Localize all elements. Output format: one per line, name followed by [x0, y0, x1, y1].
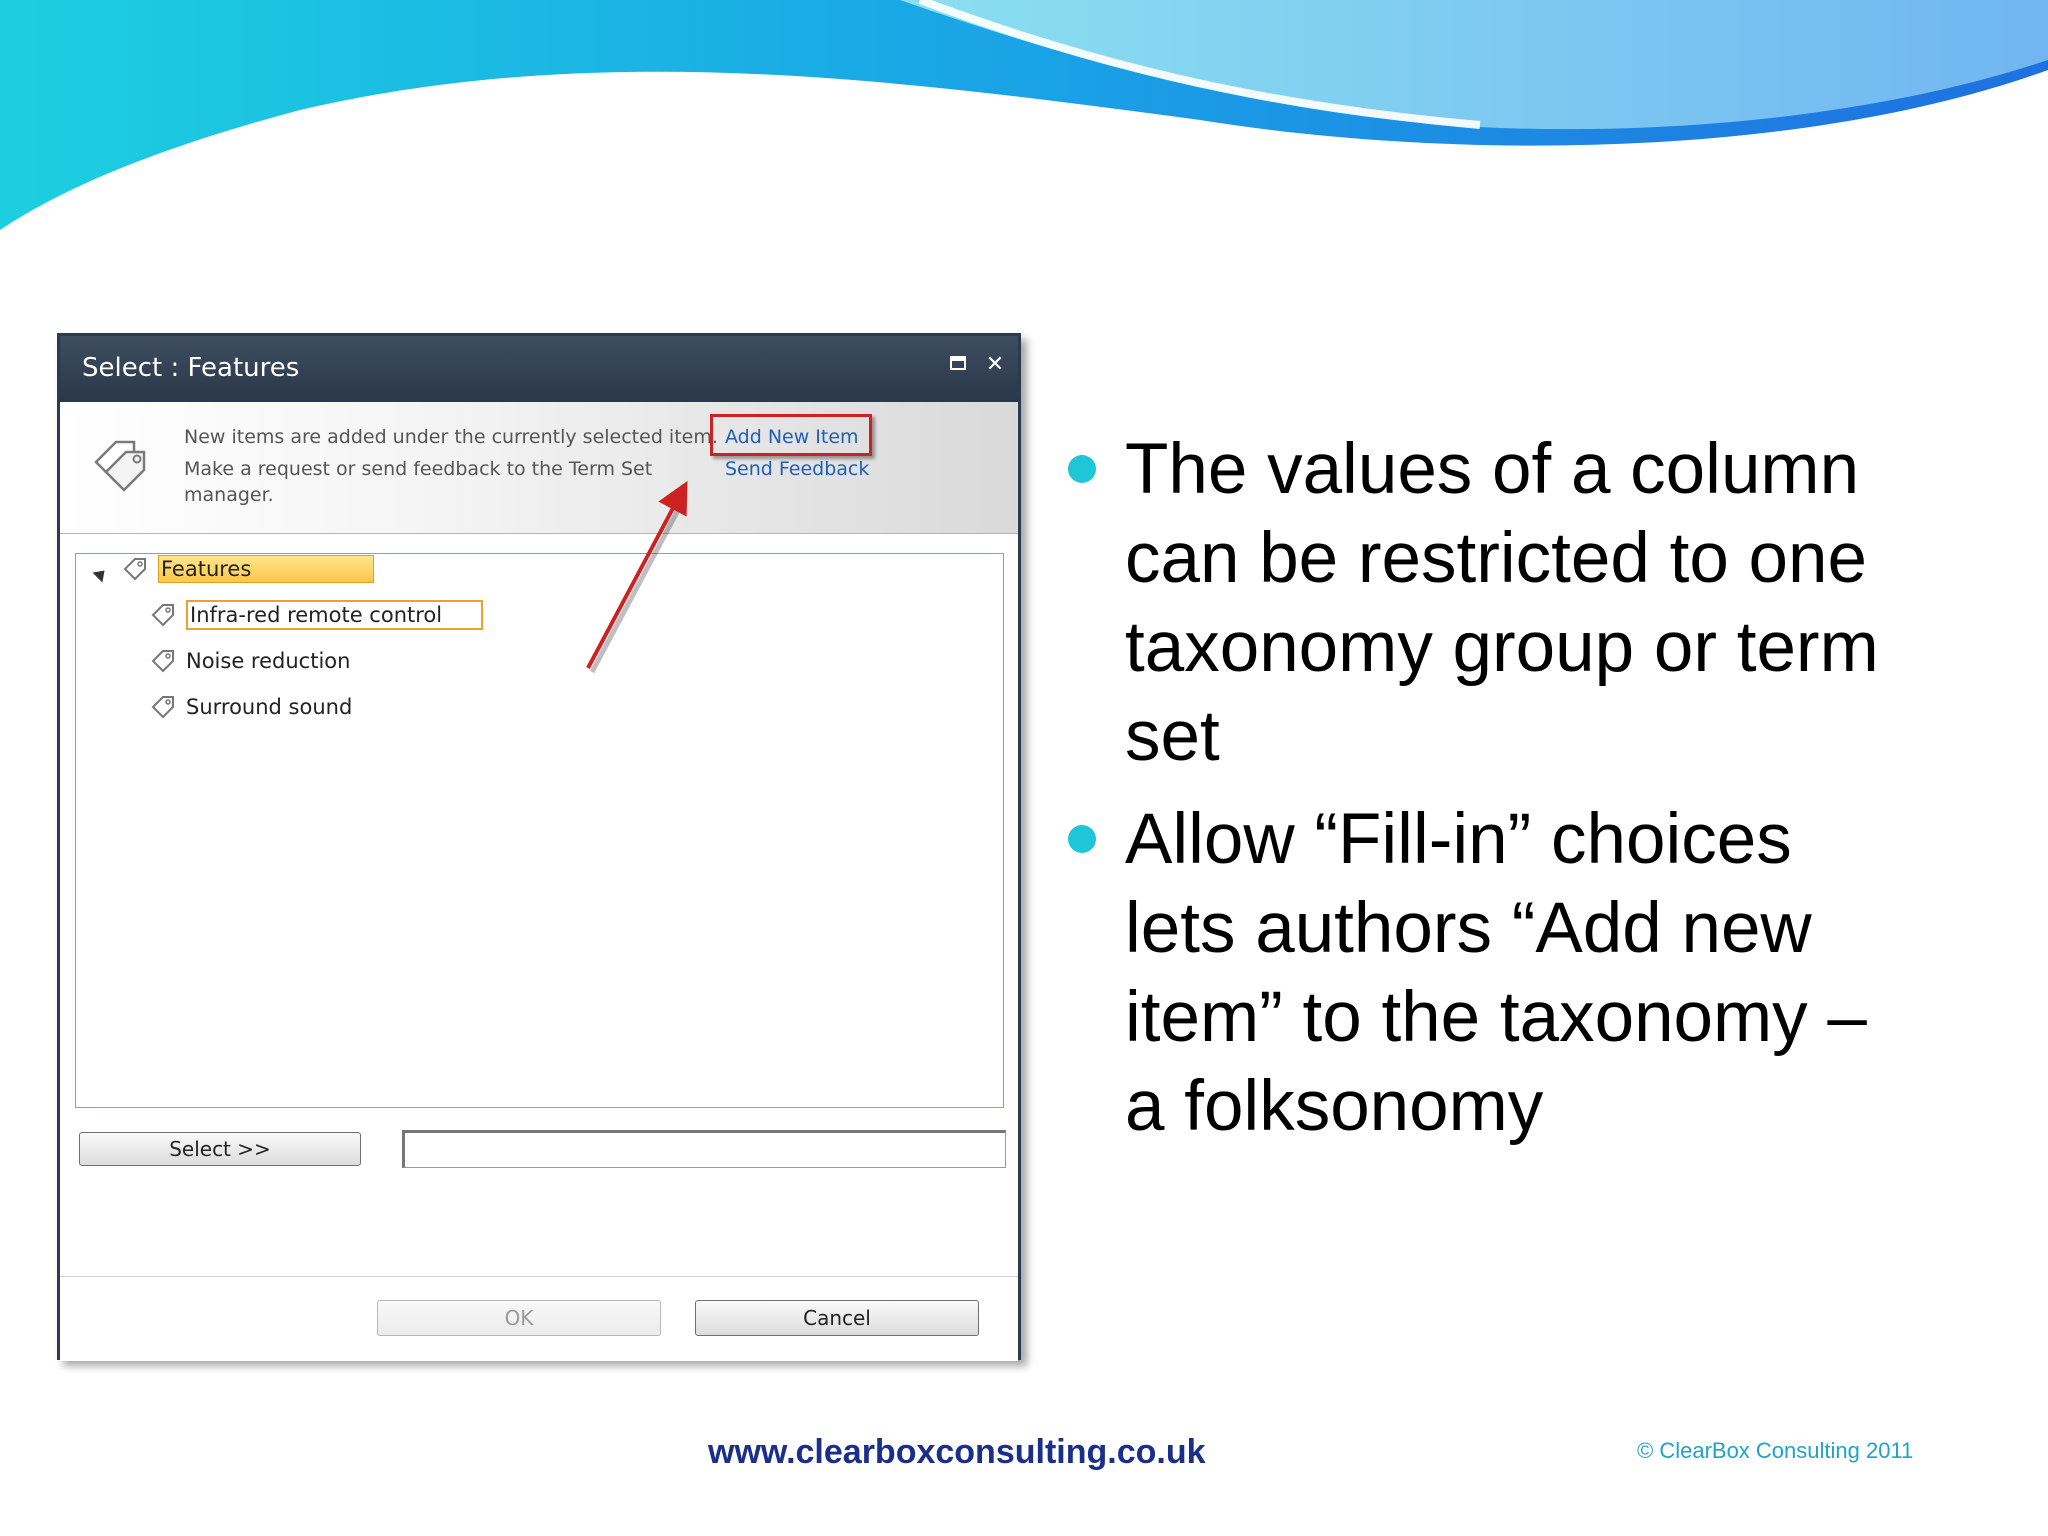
bullet-line: item” to the taxonomy –: [1125, 978, 1867, 1057]
dialog-title-bar[interactable]: Select : Features ✕: [60, 336, 1018, 402]
bullet-line: The values of a column: [1125, 430, 1860, 509]
tree-item-label: Noise reduction: [186, 649, 351, 673]
info-text-line1: New items are added under the currently …: [184, 426, 718, 448]
maximize-button[interactable]: [946, 351, 972, 377]
close-icon: ✕: [985, 351, 1005, 376]
tree-item-noise-reduction[interactable]: Noise reduction: [150, 646, 350, 676]
tree-item-surround-sound[interactable]: Surround sound: [150, 692, 352, 722]
bullet-line: lets authors “Add new: [1125, 889, 1812, 968]
copyright-text: © ClearBox Consulting 2011: [1637, 1438, 1914, 1463]
tag-icon: [151, 604, 174, 627]
bullet-dot-icon: [1068, 825, 1096, 853]
bullet-item: The values of a column can be restricted…: [1065, 425, 2005, 781]
bullet-line: Allow “Fill-in” choices: [1125, 800, 1792, 879]
highlight-box: [710, 414, 872, 456]
info-panel: New items are added under the currently …: [60, 402, 1018, 534]
select-features-dialog: Select : Features ✕ New items are added …: [57, 333, 1021, 1361]
dialog-title: Select : Features: [82, 353, 300, 383]
info-text-line2: Make a request or send feedback to the T…: [184, 458, 653, 480]
bullet-line: a folksonomy: [1125, 1067, 1544, 1146]
bullet-line: set: [1125, 697, 1220, 776]
tag-icon: [151, 650, 174, 673]
maximize-icon: [950, 356, 966, 370]
bullet-line: can be restricted to one: [1125, 519, 1867, 598]
tree-item-label: Infra-red remote control: [186, 600, 483, 630]
tree-root-item[interactable]: Features: [122, 554, 374, 584]
close-button[interactable]: ✕: [982, 351, 1008, 377]
tree-root-label: Features: [158, 555, 374, 583]
info-text-line3: manager.: [184, 484, 274, 506]
ok-button[interactable]: OK: [377, 1300, 661, 1336]
expand-triangle-icon[interactable]: [92, 565, 110, 583]
cancel-button[interactable]: Cancel: [695, 1300, 979, 1336]
term-tree: Features Infra-red remote control Noise …: [75, 553, 1004, 1108]
tag-icon: [151, 696, 174, 719]
bullet-list: The values of a column can be restricted…: [1065, 425, 2005, 1165]
tree-item-infra-red[interactable]: Infra-red remote control: [150, 600, 483, 630]
tree-item-label: Surround sound: [186, 695, 353, 719]
website-link[interactable]: www.clearboxconsulting.co.uk: [708, 1433, 1206, 1472]
bullet-item: Allow “Fill-in” choices lets authors “Ad…: [1065, 795, 2005, 1151]
header-wave: [0, 0, 2048, 230]
bullet-dot-icon: [1068, 455, 1096, 483]
dialog-footer: OK Cancel: [60, 1276, 1018, 1361]
selected-terms-input[interactable]: [402, 1130, 1006, 1168]
tags-icon: [94, 440, 146, 492]
send-feedback-link[interactable]: Send Feedback: [725, 458, 869, 480]
bullet-line: taxonomy group or term: [1125, 608, 1879, 687]
tag-icon: [123, 558, 146, 581]
select-button[interactable]: Select >>: [79, 1132, 361, 1166]
